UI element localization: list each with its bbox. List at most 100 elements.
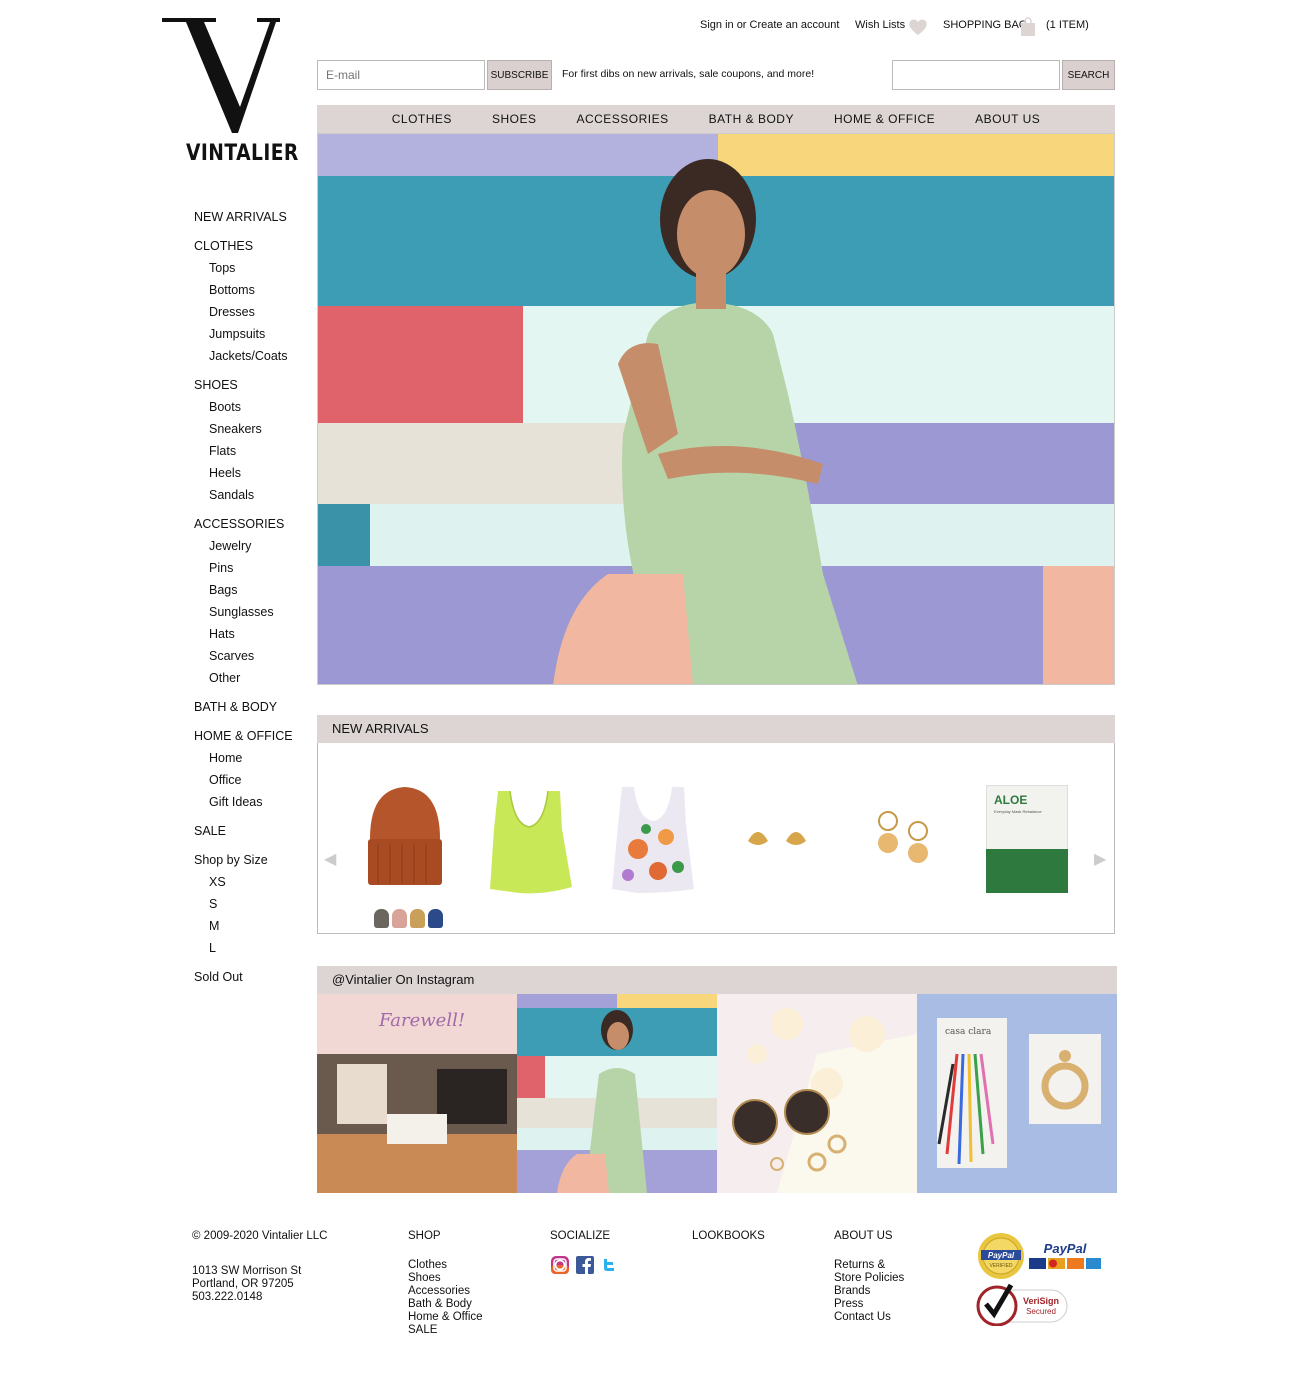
sidebar-shop-by-size[interactable]: Shop by Size: [194, 852, 314, 874]
main-nav: CLOTHES SHOES ACCESSORIES BATH & BODY HO…: [317, 105, 1115, 133]
product-shell-earrings[interactable]: [734, 779, 824, 899]
signin-link[interactable]: Sign in or Create an account: [700, 19, 839, 31]
sidebar-size-l[interactable]: L: [194, 940, 314, 962]
footer-link-shoes[interactable]: Shoes: [408, 1272, 483, 1285]
footer-address-1: 1013 SW Morrison St: [192, 1265, 302, 1277]
paypal-verified-badge[interactable]: PayPal VERIFIED: [977, 1232, 1025, 1280]
footer-shop: SHOP Clothes Shoes Accessories Bath & Bo…: [408, 1230, 483, 1337]
heart-icon[interactable]: [908, 18, 928, 36]
footer-link-bath-body[interactable]: Bath & Body: [408, 1298, 483, 1311]
instagram-heading: @Vintalier On Instagram: [317, 966, 1117, 994]
casa-clara-card: casa clara: [945, 1027, 992, 1037]
footer-link-contact-us[interactable]: Contact Us: [834, 1311, 904, 1324]
vintalier-logo[interactable]: VINTALIER: [160, 15, 298, 166]
footer-link-sale[interactable]: SALE: [408, 1324, 483, 1337]
product-green-tote[interactable]: [484, 779, 574, 899]
nav-home-office[interactable]: HOME & OFFICE: [834, 112, 935, 126]
sidebar-item-jackets-coats[interactable]: Jackets/Coats: [194, 348, 314, 370]
verisign-secured-badge[interactable]: VeriSign Secured: [975, 1282, 1069, 1326]
footer-link-clothes[interactable]: Clothes: [408, 1259, 483, 1272]
footer-link-returns[interactable]: Returns &: [834, 1259, 904, 1272]
hero-banner[interactable]: [317, 133, 1115, 685]
sidebar-item-home[interactable]: Home: [194, 750, 314, 772]
shopping-bag-icon[interactable]: [1020, 17, 1036, 37]
product-aloe-mask[interactable]: ALOE Everyday Mask Rebalance: [986, 779, 1068, 899]
footer-link-brands[interactable]: Brands: [834, 1285, 904, 1298]
footer-link-accessories[interactable]: Accessories: [408, 1285, 483, 1298]
footer-link-home-office[interactable]: Home & Office: [408, 1311, 483, 1324]
sidebar-sale[interactable]: SALE: [194, 823, 314, 845]
sidebar-new-arrivals[interactable]: NEW ARRIVALS: [194, 209, 314, 231]
logo-v-mark: [162, 18, 280, 133]
subscribe-button[interactable]: SUBSCRIBE: [487, 60, 552, 90]
product-disc-earrings[interactable]: [860, 779, 950, 899]
sidebar-home-office[interactable]: HOME & OFFICE: [194, 728, 314, 750]
footer-link-store-policies[interactable]: Store Policies: [834, 1272, 904, 1285]
instagram-post-earrings[interactable]: casa clara: [917, 994, 1117, 1193]
sidebar-item-tops[interactable]: Tops: [194, 260, 314, 282]
sidebar-item-pins[interactable]: Pins: [194, 560, 314, 582]
paypal-cards-badge[interactable]: PayPal: [1028, 1240, 1102, 1272]
swatch-gray[interactable]: [374, 909, 389, 928]
nav-about-us[interactable]: ABOUT US: [975, 112, 1040, 126]
nav-accessories[interactable]: ACCESSORIES: [576, 112, 668, 126]
nav-shoes[interactable]: SHOES: [492, 112, 537, 126]
nav-bath-body[interactable]: BATH & BODY: [709, 112, 794, 126]
sidebar-item-bottoms[interactable]: Bottoms: [194, 282, 314, 304]
product-beanie[interactable]: [360, 779, 450, 899]
footer-contact: © 2009-2020 Vintalier LLC 1013 SW Morris…: [192, 1230, 328, 1304]
instagram-post-store[interactable]: Farewell!: [317, 994, 517, 1193]
instagram-post-model[interactable]: [517, 994, 717, 1193]
sidebar-accessories[interactable]: ACCESSORIES: [194, 516, 314, 538]
new-arrivals-carousel: ◀ ▶ ALOE Everyday Mask Rebalance: [317, 743, 1115, 934]
sidebar-item-other[interactable]: Other: [194, 670, 314, 692]
instagram-icon[interactable]: [550, 1255, 570, 1275]
sidebar-item-gift-ideas[interactable]: Gift Ideas: [194, 794, 314, 816]
swatch-mustard[interactable]: [410, 909, 425, 928]
sidebar-clothes[interactable]: CLOTHES: [194, 238, 314, 260]
sidebar-item-bags[interactable]: Bags: [194, 582, 314, 604]
twitter-icon[interactable]: [600, 1256, 618, 1274]
sidebar-item-sunglasses[interactable]: Sunglasses: [194, 604, 314, 626]
swatch-pink[interactable]: [392, 909, 407, 928]
aloe-title: ALOE: [994, 793, 1028, 807]
sidebar-item-jewelry[interactable]: Jewelry: [194, 538, 314, 560]
sidebar-item-flats[interactable]: Flats: [194, 443, 314, 465]
nav-clothes[interactable]: CLOTHES: [392, 112, 452, 126]
footer-copyright: © 2009-2020 Vintalier LLC: [192, 1230, 328, 1242]
sidebar-item-dresses[interactable]: Dresses: [194, 304, 314, 326]
wishlists-link[interactable]: Wish Lists: [855, 19, 905, 31]
sidebar-sold-out[interactable]: Sold Out: [194, 969, 314, 991]
promo-text: For first dibs on new arrivals, sale cou…: [562, 68, 815, 80]
email-input[interactable]: [317, 60, 485, 90]
sidebar-item-heels[interactable]: Heels: [194, 465, 314, 487]
sidebar-item-jumpsuits[interactable]: Jumpsuits: [194, 326, 314, 348]
product-floral-tote[interactable]: [608, 779, 698, 899]
sidebar-item-hats[interactable]: Hats: [194, 626, 314, 648]
search-button[interactable]: SEARCH: [1062, 60, 1115, 90]
shopping-bag-link[interactable]: SHOPPING BAG: [943, 19, 1027, 31]
footer-address-2: Portland, OR 97205: [192, 1278, 294, 1290]
search-input[interactable]: [892, 60, 1060, 90]
carousel-prev-arrow[interactable]: ◀: [324, 849, 336, 869]
sidebar-size-m[interactable]: M: [194, 918, 314, 940]
sidebar-size-s[interactable]: S: [194, 896, 314, 918]
sidebar-size-xs[interactable]: XS: [194, 874, 314, 896]
hero-image: [318, 134, 1114, 684]
swatch-navy[interactable]: [428, 909, 443, 928]
sidebar-item-office[interactable]: Office: [194, 772, 314, 794]
sidebar-item-sandals[interactable]: Sandals: [194, 487, 314, 509]
sidebar-item-sneakers[interactable]: Sneakers: [194, 421, 314, 443]
sidebar-item-scarves[interactable]: Scarves: [194, 648, 314, 670]
instagram-post-sunglasses[interactable]: [717, 994, 917, 1193]
sidebar-item-boots[interactable]: Boots: [194, 399, 314, 421]
svg-text:PayPal: PayPal: [1044, 1241, 1087, 1256]
farewell-sign: Farewell!: [378, 1010, 465, 1031]
facebook-icon[interactable]: [576, 1256, 594, 1274]
sidebar-bath-body[interactable]: BATH & BODY: [194, 699, 314, 721]
sidebar-shoes[interactable]: SHOES: [194, 377, 314, 399]
footer-lookbooks-heading[interactable]: LOOKBOOKS: [692, 1230, 765, 1243]
bag-count[interactable]: (1 ITEM): [1046, 19, 1089, 31]
footer-link-press[interactable]: Press: [834, 1298, 904, 1311]
carousel-next-arrow[interactable]: ▶: [1094, 849, 1106, 869]
